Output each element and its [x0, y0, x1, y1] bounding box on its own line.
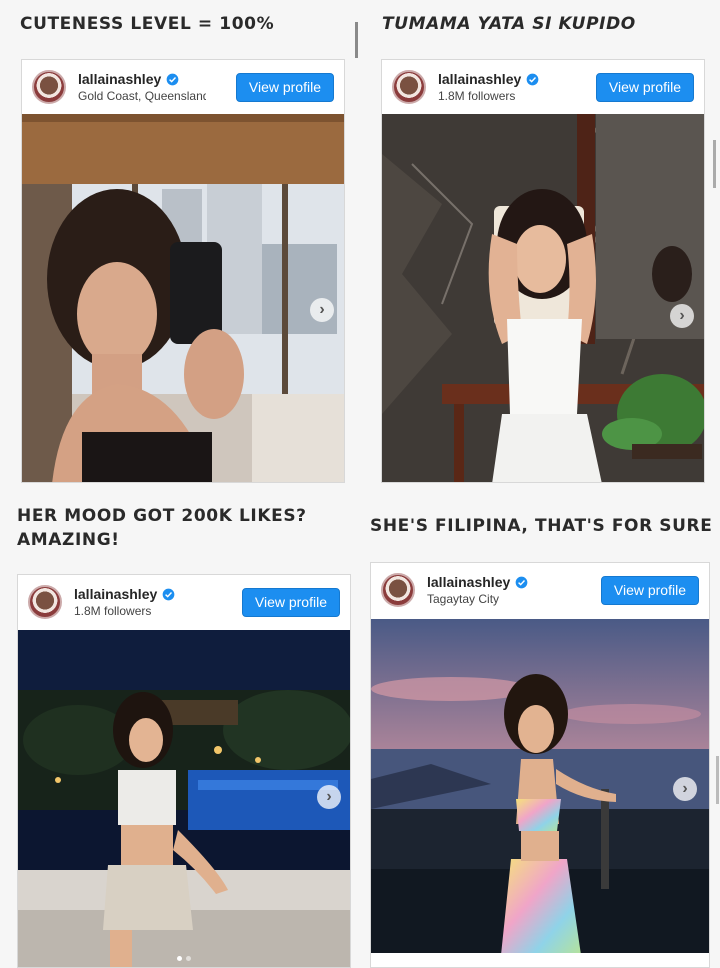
- post-card-1: lallainashley Gold Coast, Queensland Vie…: [21, 59, 345, 483]
- chevron-right-icon[interactable]: ›: [673, 777, 697, 801]
- post-card-4: lallainashley Tagaytay City View profile: [370, 562, 710, 968]
- chevron-right-icon[interactable]: ›: [310, 298, 334, 322]
- avatar[interactable]: [392, 70, 426, 104]
- carousel-dot[interactable]: [177, 956, 182, 961]
- divider-vertical-top: [355, 22, 358, 58]
- verified-badge-icon: [166, 73, 179, 85]
- post-photo[interactable]: ›: [18, 630, 350, 967]
- view-profile-button[interactable]: View profile: [595, 72, 694, 102]
- post-photo[interactable]: ›: [382, 114, 704, 482]
- sunset-lake-image: [371, 619, 709, 953]
- view-profile-button[interactable]: View profile: [241, 587, 340, 617]
- location-label[interactable]: Tagaytay City: [427, 592, 555, 606]
- post-card-3: lallainashley 1.8M followers View profil…: [17, 574, 351, 968]
- location-label[interactable]: Gold Coast, Queensland: [78, 89, 206, 103]
- caption-bottom-left-line1: HER MOOD GOT 200K LIKES?: [17, 506, 307, 526]
- post-photo[interactable]: ›: [371, 619, 709, 953]
- scrollbar-indicator[interactable]: [713, 140, 716, 188]
- username[interactable]: lallainashley: [438, 71, 521, 87]
- verified-badge-icon: [515, 576, 528, 588]
- followers-count: 1.8M followers: [438, 89, 516, 103]
- username[interactable]: lallainashley: [74, 586, 157, 602]
- chevron-right-icon[interactable]: ›: [670, 304, 694, 328]
- carousel-dot[interactable]: [186, 956, 191, 961]
- mirror-selfie-image: [22, 114, 344, 482]
- avatar[interactable]: [32, 70, 66, 104]
- post-header: lallainashley 1.8M followers View profil…: [18, 575, 350, 629]
- post-photo[interactable]: ›: [22, 114, 344, 482]
- post-header: lallainashley Gold Coast, Queensland Vie…: [22, 60, 344, 114]
- followers-count: 1.8M followers: [74, 604, 152, 618]
- night-pool-image: [18, 630, 350, 967]
- white-dress-image: [382, 114, 704, 482]
- avatar[interactable]: [28, 585, 62, 619]
- chevron-right-icon[interactable]: ›: [317, 785, 341, 809]
- caption-top-right: TUMAMA YATA SI KUPIDO: [382, 14, 636, 34]
- caption-bottom-left-line2: AMAZING!: [17, 530, 120, 550]
- avatar[interactable]: [381, 573, 415, 607]
- carousel-dots: [177, 956, 191, 961]
- verified-badge-icon: [162, 588, 175, 600]
- verified-badge-icon: [526, 73, 539, 85]
- view-profile-button[interactable]: View profile: [600, 575, 699, 605]
- caption-top-left: CUTENESS LEVEL = 100%: [20, 14, 275, 34]
- username[interactable]: lallainashley: [427, 574, 510, 590]
- scrollbar-indicator-lower[interactable]: [716, 756, 719, 804]
- username[interactable]: lallainashley: [78, 71, 161, 87]
- caption-bottom-right: SHE'S FILIPINA, THAT'S FOR SURE: [370, 516, 713, 536]
- post-card-2: lallainashley 1.8M followers View profil…: [381, 59, 705, 483]
- view-profile-button[interactable]: View profile: [235, 72, 334, 102]
- post-header: lallainashley 1.8M followers View profil…: [382, 60, 704, 114]
- post-header: lallainashley Tagaytay City View profile: [371, 563, 709, 617]
